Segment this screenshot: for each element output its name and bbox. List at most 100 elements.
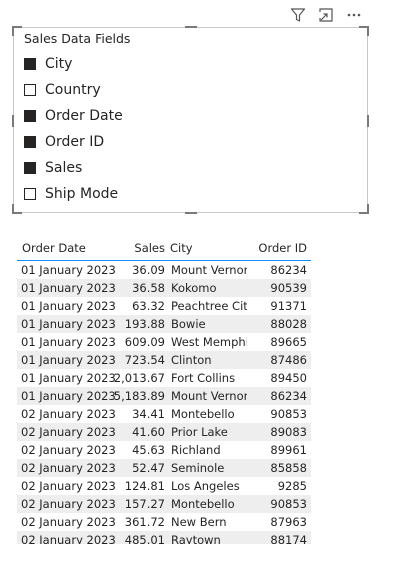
resize-handle-right[interactable] xyxy=(367,115,369,127)
table-row: 02 January 2023 52.47 Seminole 85858 xyxy=(17,459,311,477)
cell-city: Prior Lake xyxy=(171,425,228,439)
slicer-item-order-id[interactable]: Order ID xyxy=(24,129,123,155)
cell-order-id: 9285 xyxy=(277,479,307,493)
resize-handle-bottom-left[interactable] xyxy=(12,204,22,214)
filter-icon[interactable] xyxy=(289,6,307,24)
cell-city: Montebello xyxy=(171,497,235,511)
cell-order-date: 02 January 2023 xyxy=(21,443,116,457)
cell-sales: 723.54 xyxy=(124,353,165,367)
resize-handle-bottom[interactable] xyxy=(185,212,197,214)
cell-city: Mount Vernon xyxy=(171,389,247,403)
cell-sales: 45.63 xyxy=(132,443,165,457)
checkbox[interactable] xyxy=(24,58,36,70)
cell-sales: 485.01 xyxy=(124,533,165,544)
slicer-item-label: Country xyxy=(45,82,101,98)
cell-order-id: 86234 xyxy=(270,389,307,403)
cell-city: Bowie xyxy=(171,317,206,331)
table-row: 01 January 2023 36.58 Kokomo 90539 xyxy=(17,279,311,297)
header-city[interactable]: City xyxy=(165,241,247,255)
cell-order-id: 91371 xyxy=(270,299,307,313)
cell-city: Los Angeles xyxy=(171,479,240,493)
cell-order-date: 01 January 2023 xyxy=(21,263,116,277)
header-order-id[interactable]: Order ID xyxy=(247,241,311,255)
cell-sales: 5,183.89 xyxy=(113,389,165,403)
cell-order-id: 87963 xyxy=(270,515,307,529)
cell-order-date: 01 January 2023 xyxy=(21,335,116,349)
table-row: 01 January 2023 2,013.67 Fort Collins 89450 xyxy=(17,369,311,387)
cell-order-id: 90853 xyxy=(270,497,307,511)
cell-order-date: 01 January 2023 xyxy=(21,317,116,331)
cell-sales: 124.81 xyxy=(124,479,165,493)
cell-city: West Memphis xyxy=(171,335,247,349)
slicer-item-ship-mode[interactable]: Ship Mode xyxy=(24,181,123,207)
slicer-item-label: Ship Mode xyxy=(45,186,119,202)
checkbox[interactable] xyxy=(24,136,36,148)
slicer-item-country[interactable]: Country xyxy=(24,77,123,103)
more-options-icon[interactable] xyxy=(345,6,363,24)
cell-order-date: 02 January 2023 xyxy=(21,461,116,475)
slicer-item-city[interactable]: City xyxy=(24,51,123,77)
cell-order-id: 89665 xyxy=(270,335,307,349)
checkbox[interactable] xyxy=(24,162,36,174)
table-header: Order Date Sales City Order ID xyxy=(17,236,311,261)
cell-order-id: 86234 xyxy=(270,263,307,277)
cell-order-id: 89961 xyxy=(270,443,307,457)
cell-order-id: 89083 xyxy=(270,425,307,439)
cell-order-date: 02 January 2023 xyxy=(21,425,116,439)
resize-handle-top-left[interactable] xyxy=(12,26,22,36)
cell-sales: 63.32 xyxy=(132,299,165,313)
table-row: 02 January 2023 361.72 New Bern 87963 xyxy=(17,513,311,531)
cell-order-date: 01 January 2023 xyxy=(21,299,116,313)
resize-handle-left[interactable] xyxy=(12,115,14,127)
resize-handle-bottom-right[interactable] xyxy=(359,204,369,214)
checkbox[interactable] xyxy=(24,110,36,122)
cell-order-date: 01 January 2023 xyxy=(21,389,116,403)
cell-order-date: 01 January 2023 xyxy=(21,371,116,385)
table-row: 02 January 2023 124.81 Los Angeles 9285 xyxy=(17,477,311,495)
cell-sales: 157.27 xyxy=(124,497,165,511)
cell-sales: 361.72 xyxy=(124,515,165,529)
cell-city: Montebello xyxy=(171,407,235,421)
cell-sales: 609.09 xyxy=(124,335,165,349)
cell-city: Seminole xyxy=(171,461,225,475)
sales-data-fields-slicer[interactable]: Sales Data Fields City Country Order Date O… xyxy=(12,26,369,214)
slicer-item-label: Sales xyxy=(45,160,83,176)
header-order-date[interactable]: Order Date xyxy=(17,241,111,255)
table-row: 02 January 2023 485.01 Raytown 88174 xyxy=(17,531,311,544)
sales-table: Order Date Sales City Order ID 01 January 2… xyxy=(17,236,311,544)
resize-handle-top-right[interactable] xyxy=(359,26,369,36)
cell-order-date: 02 January 2023 xyxy=(21,407,116,421)
cell-sales: 36.58 xyxy=(132,281,165,295)
table-row: 02 January 2023 157.27 Montebello 90853 xyxy=(17,495,311,513)
resize-handle-top[interactable] xyxy=(185,26,197,28)
focus-mode-icon[interactable] xyxy=(317,6,335,24)
checkbox[interactable] xyxy=(24,84,36,96)
cell-order-date: 02 January 2023 xyxy=(21,497,116,511)
slicer-item-order-date[interactable]: Order Date xyxy=(24,103,123,129)
cell-city: New Bern xyxy=(171,515,227,529)
header-sales[interactable]: Sales xyxy=(111,241,165,255)
cell-order-date: 01 January 2023 xyxy=(21,281,116,295)
cell-city: Richland xyxy=(171,443,221,457)
cell-order-id: 88028 xyxy=(270,317,307,331)
cell-city: Clinton xyxy=(171,353,212,367)
table-body: 01 January 2023 36.09 Mount Vernon 86234 01 … xyxy=(17,261,311,544)
visual-header-toolbar xyxy=(289,6,363,24)
cell-sales: 193.88 xyxy=(124,317,165,331)
cell-order-date: 01 January 2023 xyxy=(21,353,116,367)
table-row: 01 January 2023 609.09 West Memphis 89665 xyxy=(17,333,311,351)
cell-sales: 41.60 xyxy=(132,425,165,439)
table-row: 02 January 2023 34.41 Montebello 90853 xyxy=(17,405,311,423)
cell-order-id: 87486 xyxy=(270,353,307,367)
cell-order-id: 90853 xyxy=(270,407,307,421)
table-row: 01 January 2023 193.88 Bowie 88028 xyxy=(17,315,311,333)
table-row: 02 January 2023 45.63 Richland 89961 xyxy=(17,441,311,459)
table-row: 01 January 2023 723.54 Clinton 87486 xyxy=(17,351,311,369)
slicer-item-list: City Country Order Date Order ID Sales Ship M… xyxy=(24,51,123,207)
checkbox[interactable] xyxy=(24,188,36,200)
cell-order-date: 02 January 2023 xyxy=(21,533,116,544)
cell-city: Mount Vernon xyxy=(171,263,247,277)
cell-order-id: 89450 xyxy=(270,371,307,385)
slicer-item-sales[interactable]: Sales xyxy=(24,155,123,181)
cell-sales: 52.47 xyxy=(132,461,165,475)
